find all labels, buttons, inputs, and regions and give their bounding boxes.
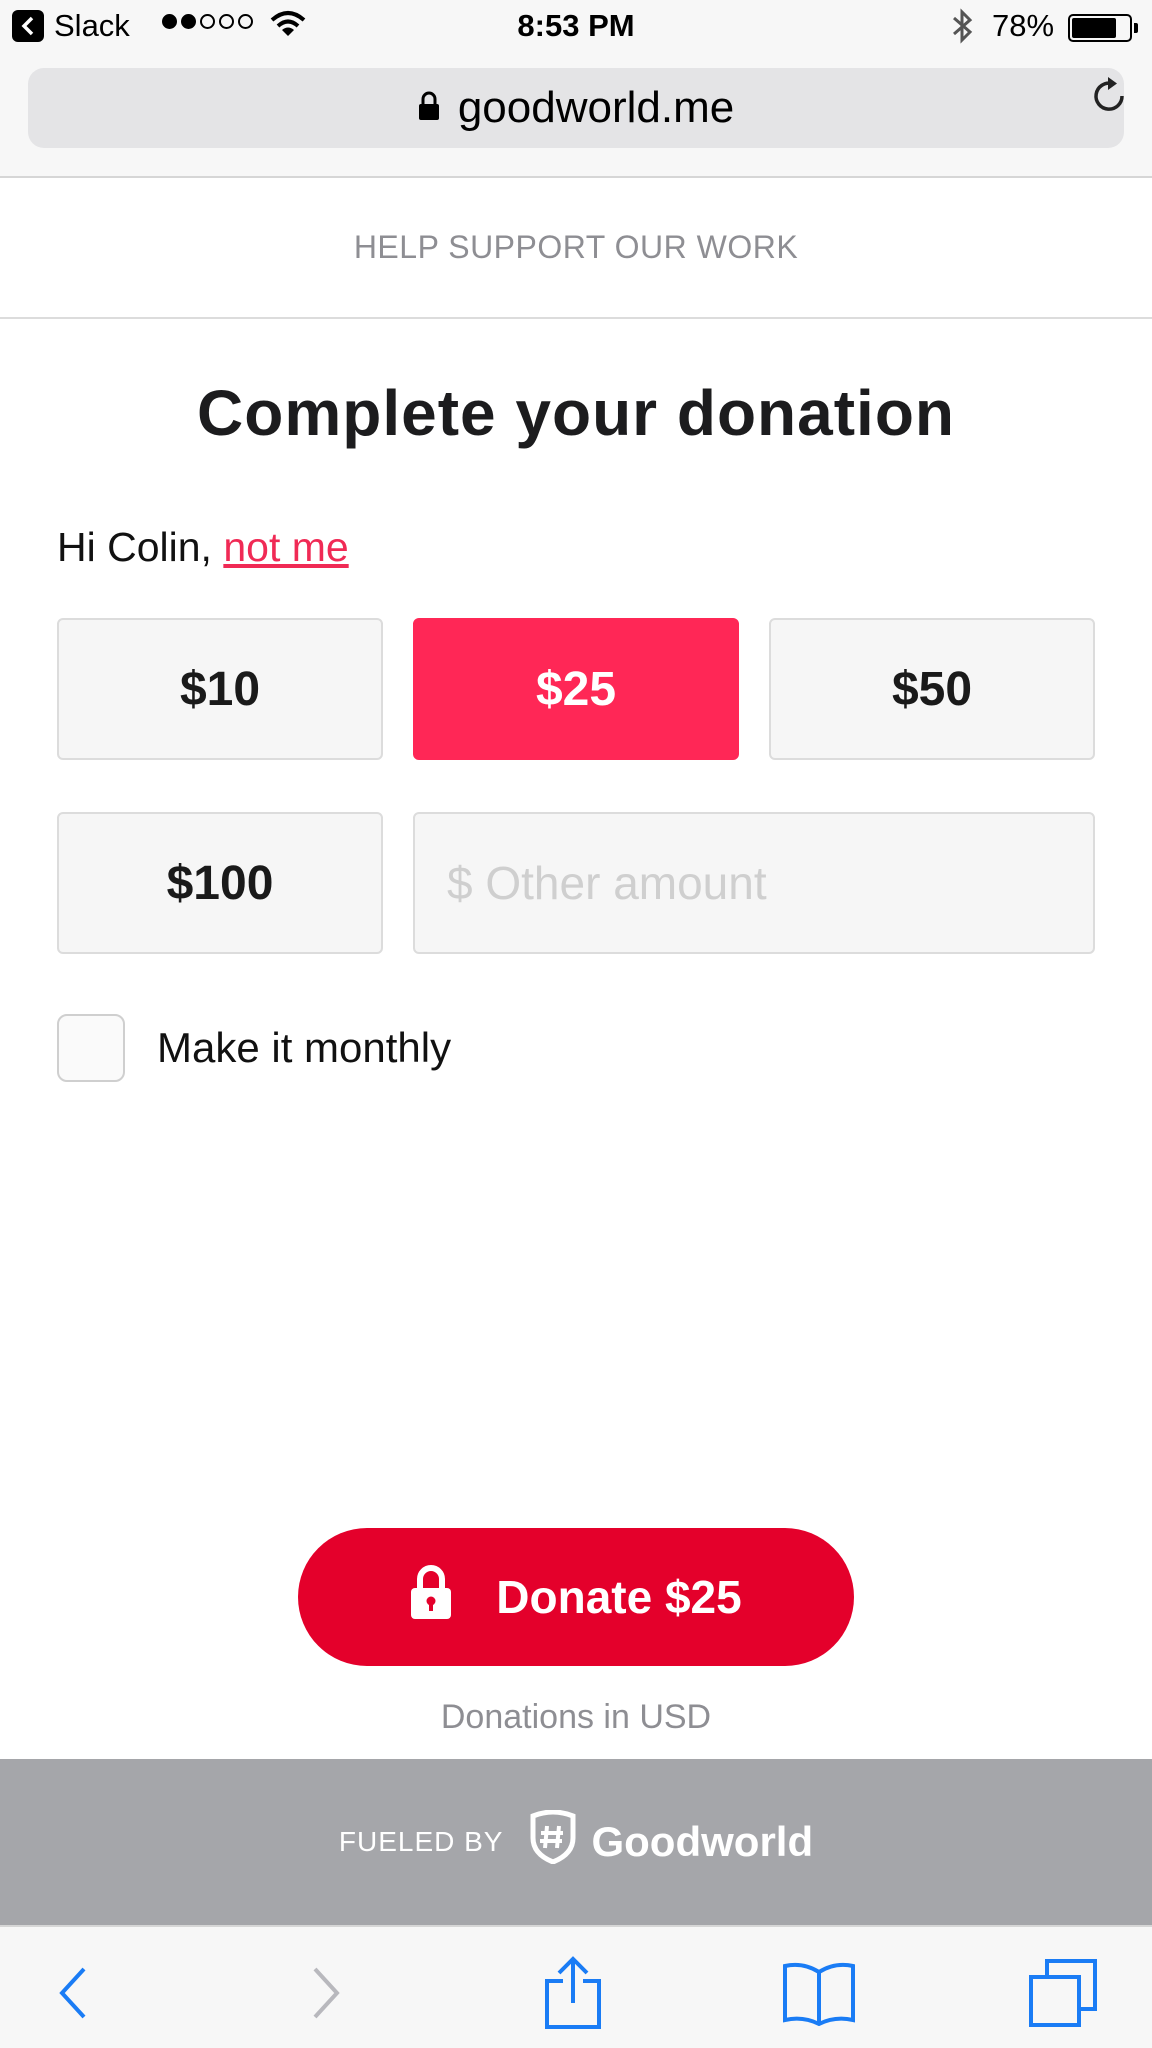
brand-name: Goodworld <box>591 1818 814 1865</box>
page-header: HELP SUPPORT OUR WORK <box>0 178 1152 319</box>
amount-button-50[interactable]: $50 <box>769 618 1095 760</box>
greeting-text: Hi Colin, <box>57 524 212 570</box>
fueled-by-label: FUELED BY <box>338 1826 504 1857</box>
page-title: Complete your donation <box>197 377 955 449</box>
bluetooth-icon <box>950 8 976 52</box>
lock-icon <box>410 1564 452 1631</box>
browser-address-bar: goodworld.me <box>0 56 1152 178</box>
url-field[interactable]: goodworld.me <box>28 68 1124 148</box>
monthly-label: Make it monthly <box>157 1024 452 1071</box>
forward-icon[interactable] <box>287 1953 367 2033</box>
currency-note: Donations in USD <box>440 1698 712 1736</box>
goodworld-shield-icon <box>529 1809 577 1874</box>
battery-icon <box>1068 14 1138 42</box>
amount-button-10[interactable]: $10 <box>57 618 383 760</box>
status-bar: Slack 8:53 PM 78% <box>0 0 1152 56</box>
lock-icon <box>418 91 440 126</box>
back-icon[interactable] <box>32 1953 112 2033</box>
browser-toolbar <box>0 1925 1152 2048</box>
other-amount-input[interactable] <box>413 812 1095 954</box>
share-icon[interactable] <box>533 1953 613 2033</box>
battery-percent: 78% <box>992 8 1055 43</box>
donate-button[interactable]: Donate $25 <box>298 1528 854 1666</box>
amount-button-25[interactable]: $25 <box>413 618 739 760</box>
goodworld-logo[interactable]: Goodworld <box>529 1809 814 1874</box>
monthly-checkbox[interactable] <box>57 1014 125 1082</box>
url-text: goodworld.me <box>457 83 735 132</box>
greeting: Hi Colin, not me <box>57 524 349 571</box>
not-me-link[interactable]: not me <box>223 524 348 570</box>
reload-icon[interactable] <box>1088 74 1132 118</box>
donate-button-label: Donate $25 <box>496 1571 742 1623</box>
tabs-icon[interactable] <box>1023 1953 1103 2033</box>
amount-button-100[interactable]: $100 <box>57 812 383 954</box>
fueled-by-footer: FUELED BY Goodworld <box>0 1759 1152 1925</box>
bookmarks-icon[interactable] <box>779 1953 859 2033</box>
monthly-option[interactable]: Make it monthly <box>57 1014 451 1082</box>
status-time: 8:53 PM <box>517 8 635 43</box>
